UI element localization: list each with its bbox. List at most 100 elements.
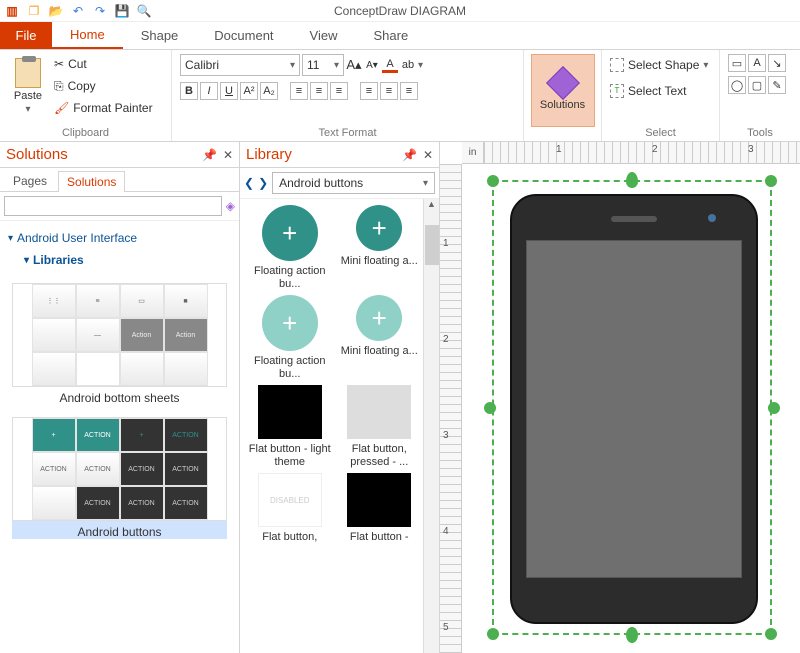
lib-item-mini-fab-light[interactable]: +Mini floating a...	[338, 295, 422, 381]
flat-button-icon	[258, 385, 322, 439]
solutions-search-input[interactable]	[4, 196, 222, 216]
solutions-icon	[546, 66, 580, 100]
thumb-bottom-sheets[interactable]: ⋮⋮≡▭■ —ActionAction Android bottom sheet…	[0, 277, 239, 411]
library-prev-button[interactable]: ❮	[244, 176, 254, 190]
scroll-thumb[interactable]	[425, 225, 439, 265]
align-bottom-button[interactable]: ≡	[400, 82, 418, 100]
align-middle-button[interactable]: ≡	[380, 82, 398, 100]
subscript-button[interactable]: A₂	[260, 82, 278, 100]
select-shape-button[interactable]: Select Shape▾	[610, 54, 708, 76]
canvas[interactable]	[462, 164, 800, 653]
highlight-button[interactable]: ab	[400, 57, 416, 73]
font-size-combo[interactable]: 11▾	[302, 54, 344, 76]
group-select: Select Shape▾ TSelect Text Select	[602, 50, 720, 141]
tool-line-button[interactable]: ↘	[768, 54, 786, 72]
lib-item-fab-dark[interactable]: +Floating action bu...	[248, 205, 332, 291]
plus-icon: +	[356, 295, 402, 341]
group-tools: ▭ A ↘ ◯ ▢ ✎ Tools	[720, 50, 800, 141]
save-icon[interactable]: 💾	[114, 3, 130, 19]
phone-screen	[526, 240, 742, 578]
underline-button[interactable]: U	[220, 82, 238, 100]
tab-document[interactable]: Document	[196, 22, 291, 49]
tab-home[interactable]: Home	[52, 22, 123, 49]
resize-handle-t[interactable]	[626, 172, 638, 188]
resize-handle-tr[interactable]	[765, 175, 777, 187]
align-left-button[interactable]: ≡	[290, 82, 308, 100]
close-icon[interactable]: ✕	[223, 148, 233, 162]
tool-ellipse-button[interactable]: ◯	[728, 76, 746, 94]
bold-button[interactable]: B	[180, 82, 198, 100]
tool-text-button[interactable]: A	[748, 54, 766, 72]
library-scrollbar[interactable]: ▲	[423, 199, 439, 653]
undo-icon[interactable]: ↶	[70, 3, 86, 19]
select-shape-icon	[610, 58, 624, 72]
lib-item-label: Flat button,	[262, 531, 317, 543]
resize-handle-tl[interactable]	[487, 175, 499, 187]
solutions-button[interactable]: Solutions	[531, 54, 595, 127]
library-combo[interactable]: Android buttons▾	[272, 172, 435, 194]
paste-button[interactable]: Paste ▾	[8, 54, 48, 115]
grow-font-button[interactable]: A▴	[346, 57, 362, 73]
lib-item-mini-fab-dark[interactable]: +Mini floating a...	[338, 205, 422, 291]
ribbon: Paste ▾ ✂Cut ⎘Copy 🖌Format Painter Clipb…	[0, 50, 800, 142]
file-tab[interactable]: File	[0, 22, 52, 49]
ruler-vertical: 1 2 3 4 5	[440, 164, 462, 653]
tool-more-button[interactable]: ✎	[768, 76, 786, 94]
format-painter-button[interactable]: 🖌Format Painter	[54, 98, 153, 118]
subtab-solutions[interactable]: Solutions	[58, 171, 125, 192]
resize-handle-l[interactable]	[484, 402, 496, 414]
ruler-horizontal: in 1 2 3	[462, 142, 800, 164]
select-text-button[interactable]: TSelect Text	[610, 80, 686, 102]
close-icon[interactable]: ✕	[423, 148, 433, 162]
tree-root[interactable]: ▾Android User Interface	[8, 227, 231, 249]
plus-icon: +	[262, 295, 318, 351]
pin-icon[interactable]: 📌	[202, 148, 217, 162]
pin-icon[interactable]: 📌	[402, 148, 417, 162]
italic-button[interactable]: I	[200, 82, 218, 100]
tab-view[interactable]: View	[292, 22, 356, 49]
superscript-button[interactable]: A²	[240, 82, 258, 100]
solutions-panel: Solutions 📌 ✕ Pages Solutions ◈ ▾Android…	[0, 142, 240, 653]
font-color-button[interactable]: A	[382, 57, 398, 73]
tool-rect-button[interactable]: ▭	[728, 54, 746, 72]
select-text-label: Select Text	[628, 84, 686, 98]
resize-handle-b[interactable]	[626, 627, 638, 643]
align-top-button[interactable]: ≡	[360, 82, 378, 100]
phone-shape[interactable]	[510, 194, 758, 624]
app-icon: ▥	[4, 3, 20, 19]
redo-icon[interactable]: ↷	[92, 3, 108, 19]
selection-box[interactable]	[492, 180, 772, 635]
resize-handle-bl[interactable]	[487, 628, 499, 640]
font-combo[interactable]: Calibri▾	[180, 54, 300, 76]
shrink-font-button[interactable]: A▾	[364, 57, 380, 73]
resize-handle-r[interactable]	[768, 402, 780, 414]
cut-button[interactable]: ✂Cut	[54, 54, 153, 74]
thumb-android-buttons-label: Android buttons	[12, 521, 227, 539]
subtab-pages[interactable]: Pages	[4, 170, 56, 191]
lib-item-label: Mini floating a...	[341, 255, 418, 267]
lib-item-fab-light[interactable]: +Floating action bu...	[248, 295, 332, 381]
solutions-home-icon[interactable]: ◈	[226, 199, 235, 213]
lib-item-flat-grey[interactable]: Flat button, pressed - ...	[338, 385, 422, 469]
resize-handle-br[interactable]	[765, 628, 777, 640]
thumb-android-buttons[interactable]: +ACTION+ACTION ACTIONACTIONACTIONACTION …	[0, 411, 239, 545]
triangle-down-icon: ▾	[8, 233, 13, 244]
lib-item-flat-disabled[interactable]: DISABLEDFlat button,	[248, 473, 332, 544]
tool-roundrect-button[interactable]: ▢	[748, 76, 766, 94]
paste-label: Paste	[14, 90, 42, 102]
search-icon[interactable]: 🔍	[136, 3, 152, 19]
lib-item-flat-black[interactable]: Flat button - light theme	[248, 385, 332, 469]
align-right-button[interactable]: ≡	[330, 82, 348, 100]
align-center-button[interactable]: ≡	[310, 82, 328, 100]
quick-access-toolbar: ▥ ❐ 📂 ↶ ↷ 💾 🔍 ConceptDraw DIAGRAM	[0, 0, 800, 22]
tab-shape[interactable]: Shape	[123, 22, 197, 49]
tab-share[interactable]: Share	[355, 22, 426, 49]
flat-button-icon	[347, 473, 411, 527]
open-icon[interactable]: 📂	[48, 3, 64, 19]
library-next-button[interactable]: ❯	[258, 176, 268, 190]
tree-libraries[interactable]: ▾Libraries	[8, 249, 231, 271]
copy-button[interactable]: ⎘Copy	[54, 76, 153, 96]
lib-item-flat-black2[interactable]: Flat button -	[338, 473, 422, 544]
scroll-up-icon[interactable]: ▲	[424, 199, 439, 209]
new-doc-icon[interactable]: ❐	[26, 3, 42, 19]
